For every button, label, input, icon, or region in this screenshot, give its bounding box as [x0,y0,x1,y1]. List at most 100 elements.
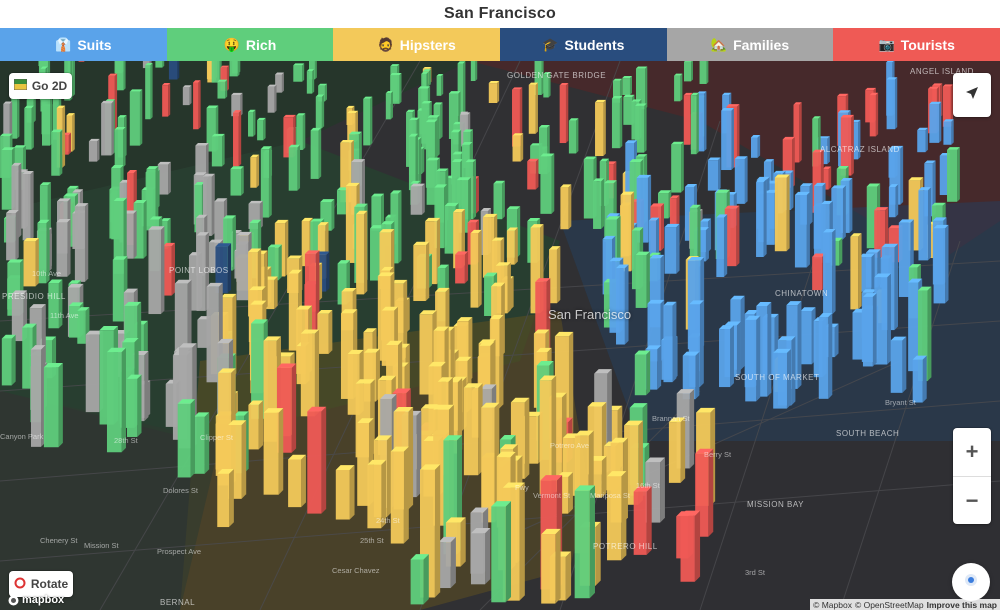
tab-tourists[interactable]: 📷 Tourists [833,28,1000,61]
mapbox-logo-text: mapbox [22,594,65,606]
bearded-face-icon: 🧔 [377,36,394,52]
bar-side [241,420,247,499]
bar-side [922,355,927,403]
bar-side [704,91,707,152]
tab-rich[interactable]: 🤑 Rich [166,28,334,61]
bar-side [211,173,215,236]
bar-front [6,213,16,261]
bar-front [622,78,630,96]
bar-front [257,120,264,141]
compass-button[interactable] [953,73,991,117]
improve-map-link[interactable]: Improve this map [927,600,997,610]
bar-front [794,194,807,268]
bar-side [274,84,277,113]
bar-side [168,161,171,195]
tab-families[interactable]: 🏡 Families [666,28,834,61]
bar-front [24,108,32,150]
bar-side [894,243,898,331]
bar-side [757,135,761,158]
bar-side [421,146,425,174]
mapbox-logo[interactable]: mapbox [8,594,64,606]
bar-side [331,199,335,231]
bar-side [258,400,264,450]
bar-side [535,82,538,134]
bar-side [676,223,680,274]
bar-front [78,61,85,62]
bar-side [281,72,284,93]
bar-front [540,156,552,214]
osm-copyright-link[interactable]: © OpenStreetMap [855,600,924,610]
bar-front [541,534,556,604]
bar-front [939,155,948,196]
bar-front [750,137,758,158]
bar-front [756,182,764,257]
bar-side [927,286,932,382]
street-label: Mariposa St [590,491,631,500]
bar-front [168,61,178,80]
bar-front [410,559,424,605]
tab-label: Tourists [900,36,955,53]
bar-side [731,108,734,171]
bar-front [943,121,952,145]
bar-side [168,83,171,117]
bar-front [438,542,451,589]
bar-front [719,329,731,388]
bar-side [520,133,524,162]
bar-front [512,135,521,162]
tab-hipsters[interactable]: 🧔 Hipsters [333,28,501,61]
bar-front [293,65,303,82]
bar-side [423,554,429,605]
bar-side [786,174,790,252]
tab-students[interactable]: 🎓 Students [500,28,667,61]
tab-suits[interactable]: 👔 Suits [0,28,167,61]
tab-label: Rich [245,36,277,53]
go-2d-button[interactable]: Go 2D [9,73,72,99]
bar-side [301,454,306,508]
bar-side [875,92,879,137]
bar-side [425,241,430,302]
bar-front [850,236,859,310]
bar-front [162,85,169,117]
bar-side [565,551,572,601]
tab-label: Students [564,36,625,53]
bar-side [253,109,256,137]
bar-front [48,283,59,329]
bar-side [256,154,260,188]
bar-side [514,227,518,265]
bar-front [11,293,24,342]
bar-front [674,75,681,102]
bar-front [947,149,958,202]
bar-front [611,98,620,149]
money-face-icon: 🤑 [223,36,240,52]
bar-front [300,333,315,417]
bar-side [871,253,875,292]
bar-front [664,227,677,274]
bar-front [699,61,707,84]
map-canvas[interactable]: San Francisco Golden Gate Bridge Angel I… [0,61,1000,610]
bar-side [706,61,709,84]
zoom-in-button[interactable]: + [953,428,991,476]
geolocate-button[interactable] [952,563,990,601]
bar-front [250,157,257,188]
bar-front [74,206,85,282]
bar-side [646,350,651,396]
bar-side [18,162,22,238]
bar-front [812,256,823,291]
bar-side [464,251,469,284]
bar-side [791,336,796,406]
bar-side [565,83,569,144]
zoom-out-button[interactable]: − [953,476,991,524]
bar-side [238,110,242,167]
bar-front [869,95,876,137]
bar-side [321,94,325,129]
bar-side [951,119,954,145]
bar-front [413,245,426,302]
bar-front [918,190,928,261]
bar-front [307,411,322,514]
bar-front [888,186,896,218]
mapbox-copyright-link[interactable]: © Mapbox [813,600,852,610]
bar-side [204,412,210,474]
bar-side [144,350,149,422]
bar-front [85,334,100,413]
street-label: Canyon Park [0,432,44,441]
